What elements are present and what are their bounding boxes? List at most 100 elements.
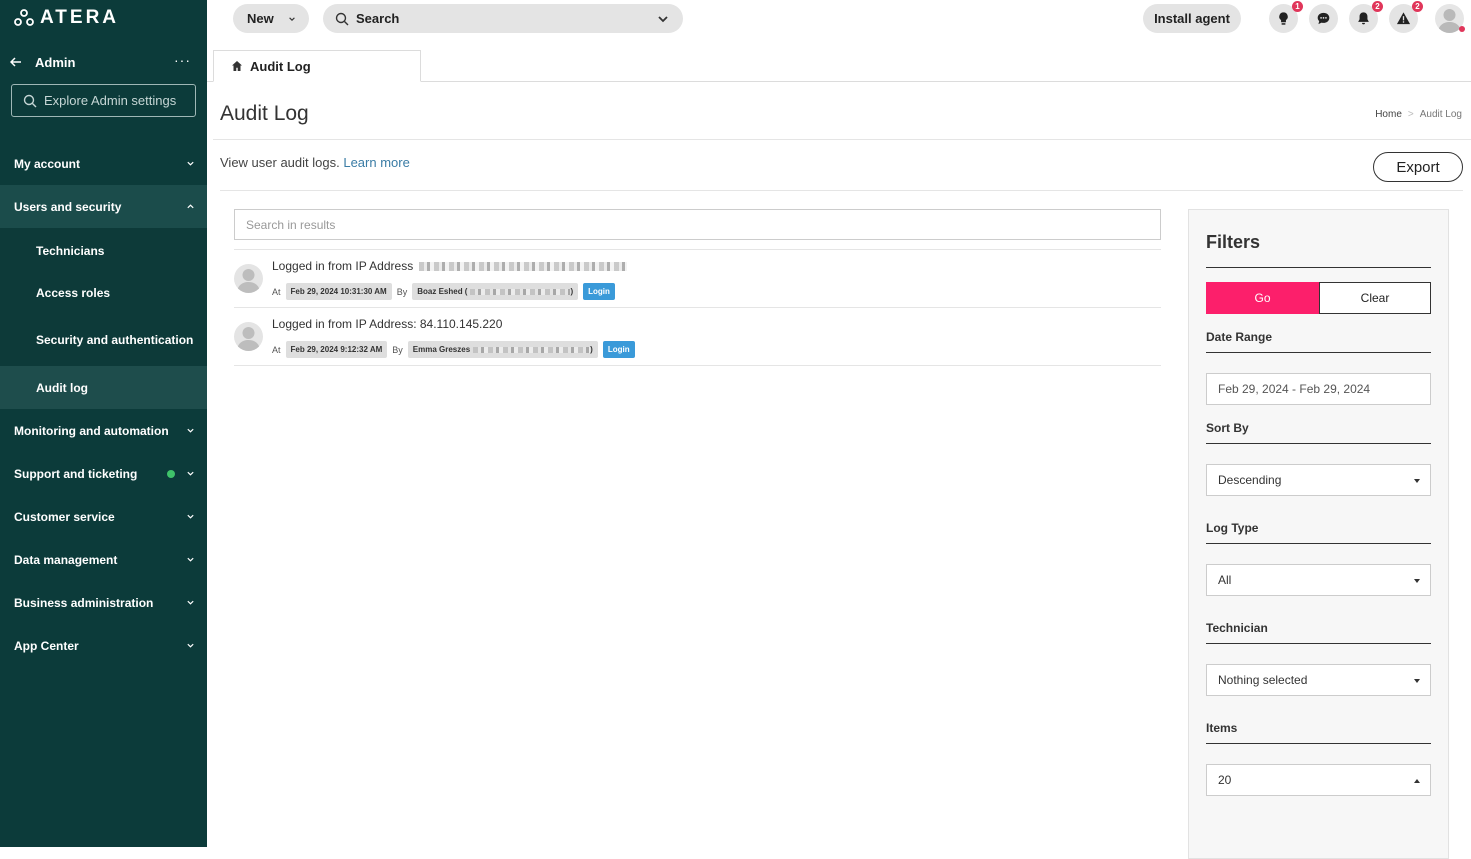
atera-logo[interactable]: ATERA bbox=[14, 7, 120, 28]
sort-by-select[interactable]: Descending bbox=[1206, 464, 1431, 496]
warning-icon bbox=[1396, 12, 1411, 25]
learn-more-link[interactable]: Learn more bbox=[343, 155, 409, 170]
redacted-email bbox=[470, 288, 571, 295]
search-icon bbox=[335, 12, 349, 25]
export-label: Export bbox=[1396, 158, 1440, 176]
log-meta: At Feb 29, 2024 10:31:30 AM By Boaz Eshe… bbox=[272, 283, 615, 300]
chat-button[interactable] bbox=[1309, 4, 1338, 33]
at-label: At bbox=[272, 286, 281, 297]
more-options-icon[interactable]: ··· bbox=[174, 52, 191, 68]
items-select[interactable]: 20 bbox=[1206, 764, 1431, 796]
sub-item-label: Access roles bbox=[36, 286, 111, 300]
alerts-badge: 2 bbox=[1412, 1, 1423, 12]
chevron-down-icon bbox=[187, 161, 194, 166]
home-icon bbox=[232, 61, 242, 71]
clear-button[interactable]: Clear bbox=[1319, 282, 1431, 314]
log-message-text: Logged in from IP Address: 84.110.145.22… bbox=[272, 317, 503, 331]
filters-panel: Filters Go Clear Date Range Feb 29, 2024… bbox=[1188, 209, 1449, 859]
divider bbox=[213, 139, 1471, 140]
sort-by-value: Descending bbox=[1218, 473, 1282, 487]
nav-data-management[interactable]: Data management bbox=[0, 538, 207, 581]
top-bar: New Search Install agent 1 2 2 bbox=[207, 0, 1471, 36]
tab-audit-log[interactable]: Audit Log bbox=[213, 50, 421, 82]
chevron-down-icon[interactable] bbox=[657, 13, 669, 25]
sub-item-label: Technicians bbox=[36, 243, 105, 258]
breadcrumb-current: Audit Log bbox=[1419, 109, 1462, 120]
nav-label: Users and security bbox=[14, 199, 122, 214]
technician-select[interactable]: Nothing selected bbox=[1206, 664, 1431, 696]
export-button[interactable]: Export bbox=[1373, 152, 1463, 182]
log-type-tag: Login bbox=[602, 341, 635, 358]
items-label: Items bbox=[1206, 721, 1238, 735]
tips-button[interactable]: 1 bbox=[1269, 1, 1303, 33]
install-agent-button[interactable]: Install agent bbox=[1143, 4, 1241, 33]
sub-item-audit-log[interactable]: Audit log bbox=[0, 366, 207, 409]
divider bbox=[1206, 743, 1431, 744]
nav-label: Customer service bbox=[14, 509, 115, 524]
caret-down-icon bbox=[1414, 579, 1420, 583]
divider bbox=[1206, 643, 1431, 644]
divider bbox=[1206, 543, 1431, 544]
search-icon bbox=[23, 94, 37, 107]
alerts-button[interactable]: 2 bbox=[1389, 1, 1423, 33]
user-chip: Emma Greszes ) bbox=[407, 341, 598, 358]
redacted-ip bbox=[419, 261, 628, 271]
sub-item-label: Audit log bbox=[36, 380, 88, 395]
back-arrow-icon[interactable] bbox=[9, 54, 26, 70]
sub-item-access-roles[interactable]: Access roles bbox=[0, 273, 207, 313]
sub-item-security-authentication[interactable]: Security and authentication bbox=[0, 313, 207, 366]
new-button[interactable]: New bbox=[233, 4, 309, 33]
nav-users-and-security[interactable]: Users and security bbox=[0, 185, 207, 228]
bell-icon bbox=[1358, 12, 1369, 25]
log-entry: Logged in from IP Address: 84.110.145.22… bbox=[234, 308, 1161, 366]
chevron-down-icon bbox=[187, 600, 194, 605]
admin-settings-search[interactable]: Explore Admin settings bbox=[11, 84, 196, 117]
nav-support-ticketing[interactable]: Support and ticketing bbox=[0, 452, 207, 495]
nav-business-administration[interactable]: Business administration bbox=[0, 581, 207, 624]
install-agent-label: Install agent bbox=[1154, 11, 1230, 26]
chevron-up-icon bbox=[187, 204, 194, 209]
divider bbox=[1206, 267, 1431, 268]
chevron-down-icon bbox=[187, 428, 194, 433]
nav-label: App Center bbox=[14, 638, 79, 653]
results-search-input[interactable]: Search in results bbox=[234, 209, 1161, 240]
log-type-select[interactable]: All bbox=[1206, 564, 1431, 596]
global-search[interactable]: Search bbox=[323, 4, 683, 33]
items-value: 20 bbox=[1218, 773, 1232, 787]
divider bbox=[220, 190, 1463, 191]
nav-monitoring-automation[interactable]: Monitoring and automation bbox=[0, 409, 207, 452]
notifications-badge: 2 bbox=[1372, 1, 1383, 12]
user-silhouette-icon bbox=[237, 327, 260, 351]
logo-text: ATERA bbox=[40, 7, 120, 28]
timestamp-chip: Feb 29, 2024 9:12:32 AM bbox=[285, 341, 388, 358]
avatar bbox=[234, 264, 263, 293]
lightbulb-icon bbox=[1279, 12, 1288, 25]
go-label: Go bbox=[1254, 291, 1271, 305]
divider bbox=[1206, 443, 1431, 444]
timestamp-chip: Feb 29, 2024 10:31:30 AM bbox=[285, 283, 392, 300]
breadcrumb-separator: > bbox=[1407, 109, 1414, 120]
sub-item-technicians[interactable]: Technicians bbox=[0, 228, 207, 273]
page-description: View user audit logs. Learn more bbox=[220, 155, 410, 170]
admin-header: Admin ··· bbox=[0, 50, 207, 74]
go-button[interactable]: Go bbox=[1206, 282, 1319, 314]
users-security-submenu: Technicians Access roles Security and au… bbox=[0, 228, 207, 409]
by-label: By bbox=[396, 286, 408, 297]
date-range-input[interactable]: Feb 29, 2024 - Feb 29, 2024 bbox=[1206, 373, 1431, 405]
clear-label: Clear bbox=[1360, 291, 1390, 305]
nav-customer-service[interactable]: Customer service bbox=[0, 495, 207, 538]
chevron-down-icon bbox=[187, 514, 194, 519]
user-chip: Boaz Eshed ( ) bbox=[412, 283, 579, 300]
breadcrumb-home[interactable]: Home bbox=[1375, 109, 1402, 120]
breadcrumb: Home > Audit Log bbox=[1375, 109, 1462, 120]
description-text: View user audit logs. bbox=[220, 155, 340, 170]
user-text: Boaz Eshed ( bbox=[417, 287, 468, 296]
nav-label: Business administration bbox=[14, 595, 154, 610]
nav-app-center[interactable]: App Center bbox=[0, 624, 207, 667]
caret-up-icon bbox=[1414, 779, 1420, 783]
nav-label: Data management bbox=[14, 552, 118, 567]
notifications-button[interactable]: 2 bbox=[1349, 1, 1383, 33]
global-search-label: Search bbox=[356, 11, 400, 26]
nav-my-account[interactable]: My account bbox=[0, 142, 207, 185]
date-range-value: Feb 29, 2024 - Feb 29, 2024 bbox=[1218, 382, 1371, 396]
